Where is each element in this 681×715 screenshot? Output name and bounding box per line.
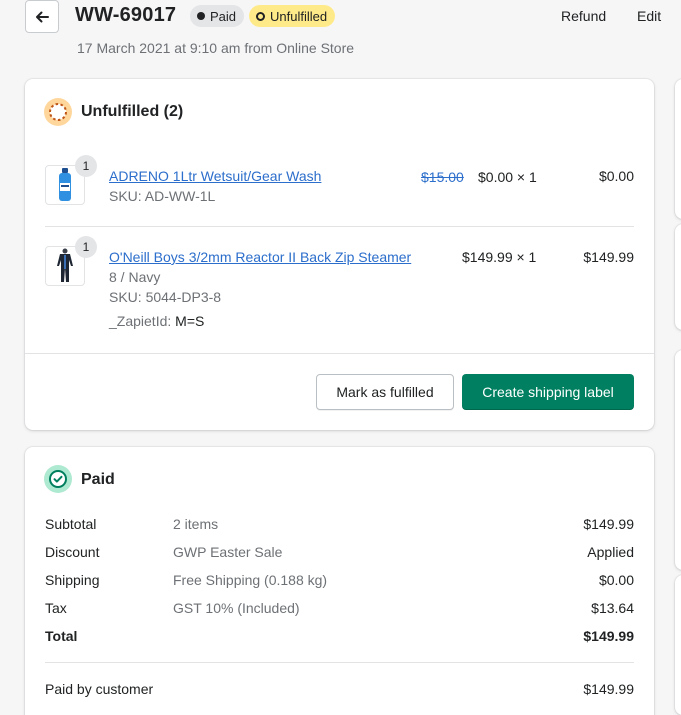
- back-button[interactable]: [25, 0, 59, 33]
- summary-label: Subtotal: [45, 516, 97, 532]
- unfulfilled-badge-label: Unfulfilled: [270, 8, 328, 24]
- refund-button[interactable]: Refund: [561, 8, 606, 24]
- price-times-qty: $0.00 × 1: [478, 169, 537, 185]
- line-item-variant: 8 / Navy: [109, 269, 161, 285]
- price-times-qty: $149.99 × 1: [462, 249, 537, 265]
- side-card-partial: [675, 224, 681, 330]
- line-item-sku: SKU: AD-WW-1L: [109, 188, 216, 204]
- unfulfilled-status-badge: Unfulfilled: [249, 5, 336, 27]
- create-shipping-label-button[interactable]: Create shipping label: [462, 374, 634, 410]
- arrow-left-icon: [36, 11, 49, 22]
- summary-value: $0.00: [598, 572, 634, 588]
- divider: [25, 353, 654, 354]
- order-date-source: 17 March 2021 at 9:10 am from Online Sto…: [77, 40, 355, 56]
- total-value: $149.99: [583, 628, 634, 644]
- check-circle-icon: [44, 465, 72, 493]
- summary-value: $149.99: [583, 516, 634, 532]
- wetsuit-image-icon: [57, 248, 73, 282]
- line-item-total: $0.00: [598, 168, 634, 184]
- line-item-link[interactable]: ADRENO 1Ltr Wetsuit/Gear Wash: [109, 168, 321, 184]
- order-title: WW-69017: [75, 4, 177, 26]
- side-card-partial: [675, 350, 681, 570]
- unfulfilled-card: Unfulfilled (2) 1 ADRENO 1Ltr Wetsuit/Ge…: [25, 79, 654, 430]
- dashed-circle-icon: [44, 98, 72, 126]
- summary-desc: GST 10% (Included): [173, 600, 300, 616]
- summary-label: Tax: [45, 600, 67, 616]
- summary-desc: 2 items: [173, 516, 219, 532]
- summary-label: Discount: [45, 544, 100, 560]
- paid-by-customer-value: $149.99: [583, 681, 634, 697]
- quantity-badge: 1: [75, 155, 97, 177]
- edit-button[interactable]: Edit: [637, 8, 661, 24]
- status-ring-icon: [256, 11, 265, 21]
- line-item-total: $149.99: [583, 249, 634, 265]
- line-item-link[interactable]: O'Neill Boys 3/2mm Reactor II Back Zip S…: [109, 249, 411, 265]
- summary-desc: Free Shipping (0.188 kg): [173, 572, 328, 588]
- quantity-badge: 1: [75, 236, 97, 258]
- unfulfilled-title: Unfulfilled (2): [81, 103, 184, 120]
- paid-card: Paid Subtotal 2 items $149.99 Discount G…: [25, 447, 654, 715]
- side-card-partial: [675, 575, 681, 715]
- summary-value: Applied: [587, 544, 634, 560]
- line-item-property: _ZapietId: M=S: [109, 313, 204, 329]
- original-price: $15.00: [421, 169, 464, 185]
- side-card-partial: [675, 79, 681, 219]
- summary-label: Shipping: [45, 572, 100, 588]
- paid-by-customer-label: Paid by customer: [45, 681, 154, 697]
- paid-status-badge: Paid: [190, 5, 245, 27]
- line-item-sku: SKU: 5044-DP3-8: [109, 289, 222, 305]
- total-label: Total: [45, 628, 78, 644]
- summary-value: $13.64: [591, 600, 634, 616]
- summary-desc: GWP Easter Sale: [173, 544, 283, 560]
- property-label: _ZapietId:: [109, 313, 172, 329]
- status-dot-icon: [197, 12, 205, 20]
- mark-as-fulfilled-button[interactable]: Mark as fulfilled: [316, 374, 454, 410]
- paid-badge-label: Paid: [210, 8, 237, 24]
- bottle-image-icon: [59, 168, 71, 201]
- property-value: M=S: [175, 313, 205, 329]
- divider: [45, 662, 634, 663]
- paid-title: Paid: [81, 471, 115, 488]
- divider: [45, 226, 634, 227]
